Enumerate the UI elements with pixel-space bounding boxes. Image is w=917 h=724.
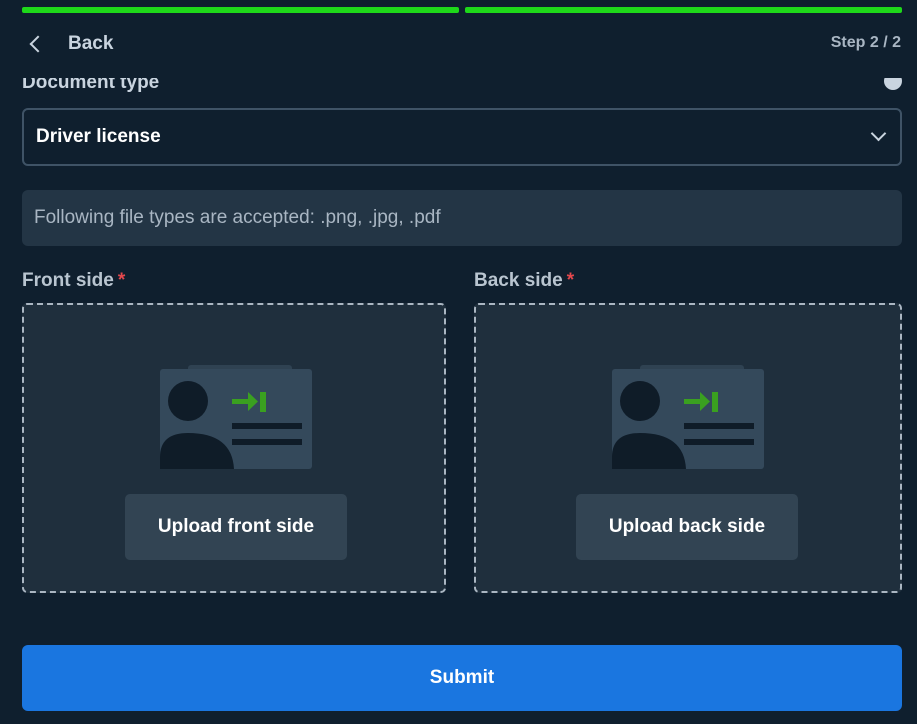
front-side-label: Front side * [22,270,125,292]
back-side-label-text: Back side [474,270,563,291]
accepted-file-types-notice: Following file types are accepted: .png,… [22,190,902,246]
required-asterisk: * [566,270,575,291]
progress-bar [22,7,902,13]
chevron-down-icon [870,125,887,142]
front-side-label-text: Front side [22,270,114,291]
back-side-label: Back side * [474,270,574,292]
document-type-select[interactable]: Driver license [22,108,902,166]
accepted-file-types-text: Following file types are accepted: .png,… [34,207,441,228]
id-card-upload-icon [160,365,312,469]
chevron-left-icon [29,35,47,53]
document-upload-page: Back Step 2 / 2 Document type Driver lic… [0,0,917,724]
step-indicator: Step 2 / 2 [830,34,901,51]
required-asterisk: * [117,270,126,291]
submit-button[interactable]: Submit [22,645,902,711]
progress-segment-1 [22,7,459,13]
front-side-dropzone[interactable]: Upload front side [22,303,446,593]
progress-segment-2 [465,7,902,13]
upload-back-side-button[interactable]: Upload back side [576,494,798,560]
upload-front-side-button[interactable]: Upload front side [125,494,347,560]
back-button[interactable]: Back [26,28,113,60]
document-type-label: Document type [22,78,160,93]
id-card-upload-icon [612,365,764,469]
info-icon[interactable] [884,78,902,90]
back-side-dropzone[interactable]: Upload back side [474,303,902,593]
document-type-value: Driver license [36,126,161,147]
document-type-label-row: Document type [22,78,902,96]
back-label: Back [68,33,114,54]
